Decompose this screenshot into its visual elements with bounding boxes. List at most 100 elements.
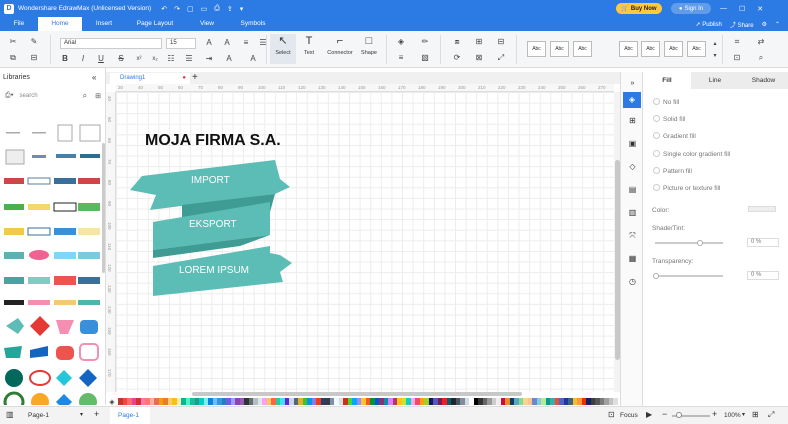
fill-bucket-icon[interactable]: ◈ xyxy=(396,37,406,47)
focus-icon[interactable]: ⊡ xyxy=(608,410,615,419)
rotate-icon[interactable]: ⟳ xyxy=(452,53,462,63)
lock-icon[interactable]: ⊡ xyxy=(732,53,742,63)
layers-icon[interactable]: ◇ xyxy=(627,161,638,172)
connector-tool-button[interactable]: ⌐ Connector xyxy=(324,34,356,64)
align-icon[interactable]: ⊟ xyxy=(496,37,506,47)
tab-fill[interactable]: Fill xyxy=(643,72,691,89)
line-style-icon[interactable]: ≡ xyxy=(396,53,406,63)
tab-line[interactable]: Line xyxy=(691,72,739,89)
group-icon[interactable]: ⊞ xyxy=(474,37,484,47)
collapse-ribbon-icon[interactable]: ⌃ xyxy=(775,21,780,28)
add-tab-icon[interactable]: + xyxy=(192,72,198,84)
buy-now-button[interactable]: 🛒 Buy Now xyxy=(616,3,662,14)
add-library-icon[interactable]: ⊞ xyxy=(95,92,101,100)
highlight-icon[interactable]: A xyxy=(248,54,258,64)
paste-icon[interactable]: ⊟ xyxy=(29,53,39,63)
pattern-fill-option[interactable]: Pattern fill xyxy=(653,167,692,175)
shade-tint-value[interactable]: 0 % xyxy=(747,238,779,247)
horizontal-scrollbar[interactable] xyxy=(192,392,522,396)
find-icon[interactable]: ⌕ xyxy=(756,53,766,63)
tab-file[interactable]: File xyxy=(8,17,30,31)
font-color-icon[interactable]: A xyxy=(224,54,234,64)
style-scroll-up-icon[interactable]: ▴ xyxy=(710,39,720,49)
bullet-list-icon[interactable]: ☷ xyxy=(166,54,176,64)
library-manage-icon[interactable]: ⎙▾ xyxy=(5,92,14,100)
search-icon[interactable]: ⌕ xyxy=(83,91,87,101)
image-icon[interactable]: ▣ xyxy=(627,138,638,149)
library-search-input[interactable]: search xyxy=(20,93,38,99)
style-grid-icon[interactable]: ⊞ xyxy=(627,115,638,126)
zoom-out-icon[interactable]: − xyxy=(662,409,667,419)
shadow-icon[interactable]: ▧ xyxy=(420,53,430,63)
style-preset-7[interactable]: Abc xyxy=(687,41,706,57)
text-format-icon[interactable]: ⇥ xyxy=(204,54,214,64)
tab-home[interactable]: Home xyxy=(38,17,82,31)
gradient-fill-option[interactable]: Gradient fill xyxy=(653,132,696,140)
open-folder-icon[interactable]: ▭ xyxy=(201,5,208,13)
solid-fill-option[interactable]: Solid fill xyxy=(653,115,685,123)
superscript-icon[interactable]: x² xyxy=(134,54,144,64)
page-dropdown-icon[interactable]: ▾ xyxy=(80,411,83,418)
picture-texture-fill-option[interactable]: Picture or texture fill xyxy=(653,184,720,192)
underline-icon[interactable]: U xyxy=(96,54,106,64)
line-color-icon[interactable]: ✏ xyxy=(420,37,430,47)
shade-tint-slider[interactable] xyxy=(655,240,723,246)
data-icon[interactable]: ▥ xyxy=(627,207,638,218)
fit-page-icon[interactable]: ⊞ xyxy=(752,410,759,419)
crop-icon[interactable]: ⌗ xyxy=(732,37,742,47)
no-fill-option[interactable]: No fill xyxy=(653,98,679,106)
font-family-select[interactable]: Arial xyxy=(60,38,162,49)
sign-in-button[interactable]: ● Sign In xyxy=(671,3,711,14)
more-icon[interactable]: ▾ xyxy=(240,5,244,13)
tab-view[interactable]: View xyxy=(196,17,218,31)
single-color-gradient-fill-option[interactable]: Single color gradient fill xyxy=(653,150,730,158)
print-icon[interactable]: ⎙ xyxy=(214,5,220,13)
library-scrollbar[interactable] xyxy=(102,143,105,273)
hyperlink-icon[interactable]: ⤧ xyxy=(627,230,638,241)
redo-icon[interactable]: ↷ xyxy=(174,5,180,13)
shape-tool-button[interactable]: □ Shape xyxy=(356,34,382,64)
style-preset-4[interactable]: Abc xyxy=(619,41,638,57)
collapse-panel-icon[interactable]: « xyxy=(92,73,96,82)
zoom-dropdown-icon[interactable]: ▾ xyxy=(742,411,745,418)
company-title-text[interactable]: MOJA FIRMA S.A. xyxy=(145,132,281,150)
style-preset-5[interactable]: Abc xyxy=(641,41,660,57)
page-icon[interactable]: ▤ xyxy=(627,184,638,195)
transparency-knob[interactable] xyxy=(653,273,659,279)
style-scroll-down-icon[interactable]: ▾ xyxy=(710,51,720,61)
page-selector[interactable]: Page-1 xyxy=(28,412,49,419)
tab-drawing1[interactable]: Drawing1 ● xyxy=(110,73,190,84)
select-tool-button[interactable]: ↖ Select xyxy=(270,34,296,64)
tab-shadow[interactable]: Shadow xyxy=(739,72,788,89)
fullscreen-icon[interactable]: ⤢ xyxy=(768,410,774,420)
fill-color-picker-icon[interactable]: ◈ xyxy=(106,398,118,406)
italic-icon[interactable]: I xyxy=(78,54,88,64)
style-preset-1[interactable]: Abc xyxy=(527,41,546,57)
style-preset-2[interactable]: Abc xyxy=(550,41,569,57)
tab-symbols[interactable]: Symbols xyxy=(238,17,268,31)
settings-icon[interactable]: ⚙ xyxy=(762,21,767,28)
transparency-slider[interactable] xyxy=(653,273,723,279)
play-icon[interactable]: ▶ xyxy=(646,410,652,419)
tab-insert[interactable]: Insert xyxy=(90,17,118,31)
numbered-list-icon[interactable]: ☰ xyxy=(184,54,194,64)
presentation-icon[interactable]: ▦ xyxy=(627,253,638,264)
undo-icon[interactable]: ↶ xyxy=(161,5,167,13)
color-picker[interactable] xyxy=(748,206,776,212)
expand-panel-icon[interactable]: » xyxy=(627,78,638,89)
cut-icon[interactable]: ✂ xyxy=(8,37,18,47)
export-icon[interactable]: ⇪ xyxy=(227,5,233,13)
new-file-icon[interactable]: ▢ xyxy=(187,5,194,13)
subscript-icon[interactable]: x₂ xyxy=(150,54,160,64)
color-swatch[interactable] xyxy=(613,398,618,405)
minimize-icon[interactable]: — xyxy=(720,5,727,12)
arrange-icon[interactable]: ⧈ xyxy=(452,37,462,47)
zoom-slider[interactable] xyxy=(672,412,710,418)
publish-button[interactable]: ➚ Publish xyxy=(695,21,721,28)
transparency-value[interactable]: 0 % xyxy=(747,271,779,280)
style-preset-6[interactable]: Abc xyxy=(664,41,683,57)
page-tab[interactable]: Page-1 xyxy=(110,407,150,424)
tab-page-layout[interactable]: Page Layout xyxy=(134,17,176,31)
zoom-knob[interactable] xyxy=(676,412,682,418)
distribute-icon[interactable]: ⊠ xyxy=(474,53,484,63)
